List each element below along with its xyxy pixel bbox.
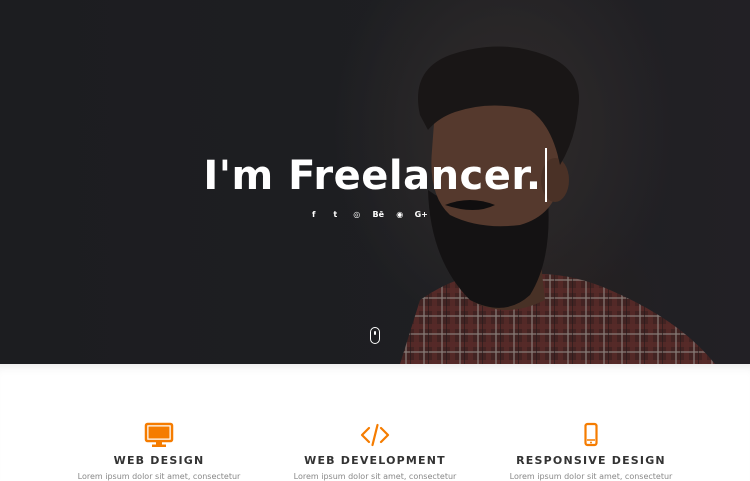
service-title: WEB DESIGN (113, 454, 205, 467)
typing-caret (544, 148, 547, 202)
behance-icon[interactable]: Bē (368, 208, 390, 222)
dribbble-icon[interactable]: ◎ (346, 208, 368, 222)
mouse-scroll-icon[interactable] (370, 327, 380, 344)
facebook-icon[interactable]: f (303, 208, 325, 222)
service-title: RESPONSIVE DESIGN (516, 454, 666, 467)
github-icon[interactable]: ◉ (389, 208, 411, 222)
services-section: WEB DESIGN Lorem ipsum dolor sit amet, c… (0, 364, 750, 481)
code-icon (360, 423, 390, 447)
service-title: WEB DEVELOPMENT (304, 454, 446, 467)
hero-heading-text: I'm Freelancer. (203, 153, 542, 199)
desktop-icon (144, 422, 174, 447)
hero-heading: I'm Freelancer. (0, 148, 750, 204)
mobile-icon (584, 422, 598, 447)
google-plus-icon[interactable]: G+ (411, 208, 433, 222)
hero-section: I'm Freelancer. f t ◎ Bē ◉ G+ (0, 0, 750, 364)
twitter-icon[interactable]: t (325, 208, 347, 222)
social-links: f t ◎ Bē ◉ G+ (303, 208, 432, 222)
